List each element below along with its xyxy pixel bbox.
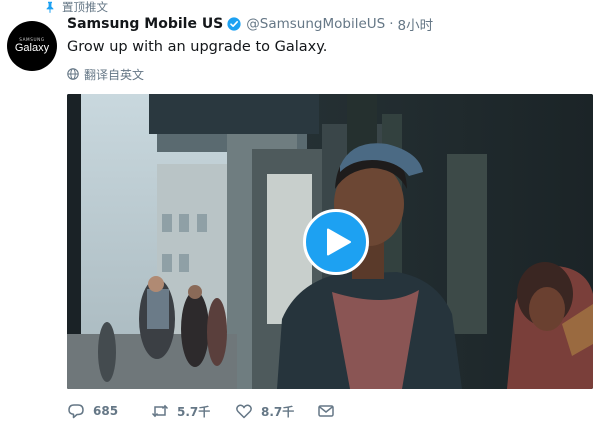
avatar[interactable]: SAMSUNG Galaxy	[7, 21, 57, 71]
play-icon	[326, 228, 351, 256]
pinned-tweet-label: 置顶推文	[44, 0, 108, 14]
tweet-header: Samsung Mobile US @SamsungMobileUS · 8小时	[67, 14, 433, 34]
globe-icon	[67, 68, 79, 80]
retweet-count: 5.7千	[177, 404, 211, 419]
reply-count: 685	[93, 404, 119, 418]
reply-button[interactable]: 685	[67, 402, 151, 420]
like-button[interactable]: 8.7千	[235, 402, 317, 420]
tweet-text: Grow up with an upgrade to Galaxy.	[67, 39, 328, 55]
like-count: 8.7千	[261, 404, 295, 419]
verified-badge-icon	[227, 17, 241, 31]
envelope-icon	[318, 405, 334, 417]
separator-dot: ·	[389, 16, 394, 32]
tweet-actions: 685 5.7千 8.7千	[67, 400, 335, 422]
direct-message-button[interactable]	[317, 402, 335, 420]
pin-icon	[46, 1, 54, 13]
user-handle[interactable]: @SamsungMobileUS	[246, 16, 385, 32]
display-name[interactable]: Samsung Mobile US	[67, 16, 223, 32]
play-button[interactable]	[303, 209, 369, 275]
tweet-timestamp[interactable]: 8小时	[398, 14, 434, 34]
retweet-button[interactable]: 5.7千	[151, 402, 235, 420]
translate-label[interactable]: 翻译自英文	[84, 66, 144, 83]
heart-icon	[236, 404, 252, 419]
avatar-brand-main: Galaxy	[14, 42, 50, 54]
video-player[interactable]	[67, 94, 593, 389]
reply-icon	[68, 404, 84, 419]
retweet-icon	[151, 404, 169, 418]
translate-link[interactable]: 翻译自英文	[67, 66, 144, 82]
pinned-label: 置顶推文	[62, 0, 108, 14]
